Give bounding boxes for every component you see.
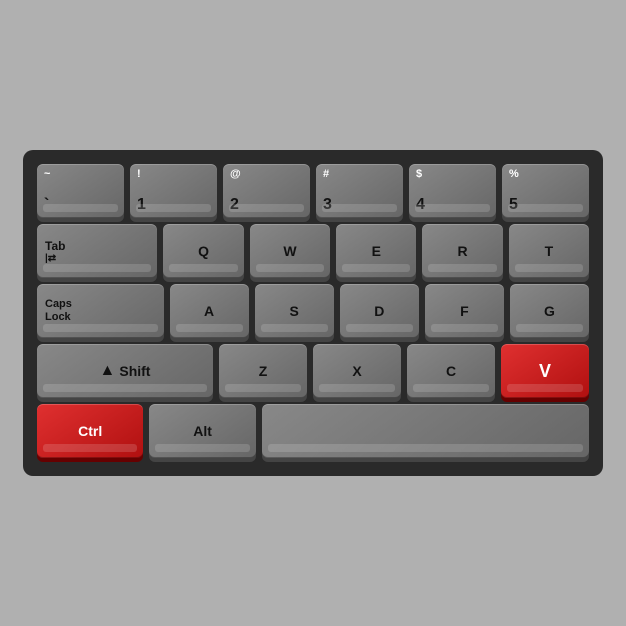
key-capslock[interactable]: Caps Lock [37,284,164,338]
key-s[interactable]: S [255,284,334,338]
key-1[interactable]: ! 1 [130,164,217,218]
key-x[interactable]: X [313,344,401,398]
key-d[interactable]: D [340,284,419,338]
key-tilde[interactable]: ~ ` [37,164,124,218]
key-c[interactable]: C [407,344,495,398]
row-asdfg: Caps Lock A S D F G [37,284,589,338]
key-tab[interactable]: Tab |⇄ [37,224,157,278]
key-t[interactable]: T [509,224,589,278]
key-v[interactable]: V [501,344,589,398]
key-2[interactable]: @ 2 [223,164,310,218]
key-ctrl[interactable]: Ctrl [37,404,143,458]
row-numbers: ~ ` ! 1 @ 2 # 3 $ 4 [37,164,589,218]
key-g[interactable]: G [510,284,589,338]
row-zxcv: ▲ Shift Z X C V [37,344,589,398]
key-e[interactable]: E [336,224,416,278]
key-space[interactable] [262,404,589,458]
key-r[interactable]: R [422,224,502,278]
key-f[interactable]: F [425,284,504,338]
key-z[interactable]: Z [219,344,307,398]
key-5[interactable]: % 5 [502,164,589,218]
row-bottom: Ctrl Alt [37,404,589,458]
key-a[interactable]: A [170,284,249,338]
key-3[interactable]: # 3 [316,164,403,218]
key-4[interactable]: $ 4 [409,164,496,218]
key-shift[interactable]: ▲ Shift [37,344,213,398]
key-w[interactable]: W [250,224,330,278]
key-q[interactable]: Q [163,224,243,278]
row-qwert: Tab |⇄ Q W E R T [37,224,589,278]
key-alt[interactable]: Alt [149,404,255,458]
keyboard: ~ ` ! 1 @ 2 # 3 $ 4 [23,150,603,476]
